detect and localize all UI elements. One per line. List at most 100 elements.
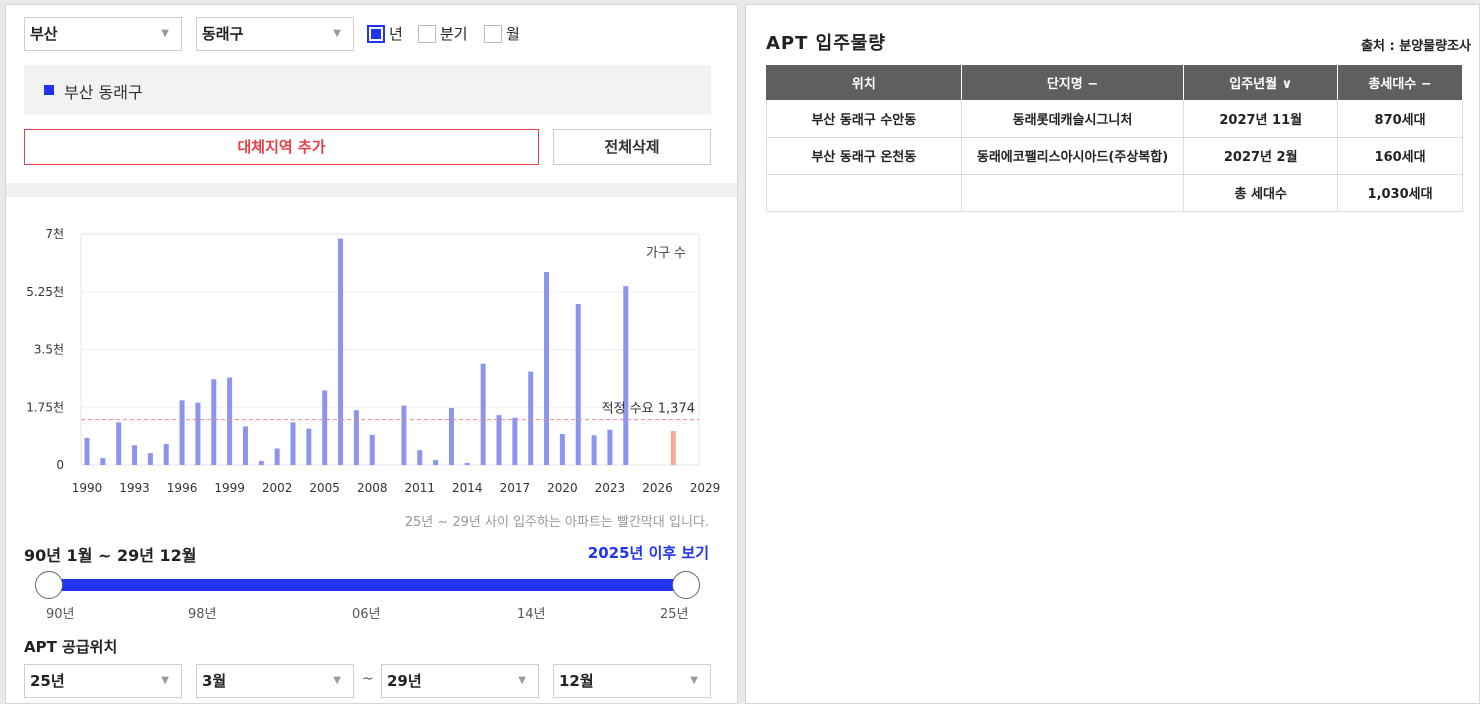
district-select[interactable]: 동래구 ▼ [196,17,354,51]
left-panel: 부산 ▼ 동래구 ▼ 년 분기 월 부산 동래구 대체지역 추가 전체삭제 7천… [5,4,738,704]
supply-bar-chart: 7천 5.25천 3.5천 1.75천 0 1990 1993 1996 1999 2002 200… [26,226,720,495]
bar [448,407,454,465]
period-month-checkbox[interactable]: 월 [484,24,520,44]
range-slider-end-handle[interactable] [672,571,700,599]
range-slider-track[interactable] [49,579,686,591]
city-select[interactable]: 부산 ▼ [24,17,182,51]
bar [242,426,248,465]
chevron-down-icon: ▼ [333,675,341,686]
slider-label: 90년 [46,607,75,622]
bar [544,271,550,465]
data-source: 출처 : 분양물량조사 [1361,39,1471,54]
x-tick-label: 2002 [262,481,293,495]
slider-label: 98년 [188,607,217,622]
bar [306,428,312,465]
bar [512,417,518,465]
x-tick-label: 2005 [309,481,340,495]
x-tick-label: 1993 [119,481,150,495]
table-cell: 1,030세대 [1337,173,1463,212]
x-tick-label: 1990 [72,481,103,495]
period-month-label: 월 [506,25,520,43]
checkbox-empty-icon [484,25,502,43]
supply-location-title: APT 공급위치 [24,638,118,656]
y-tick-label: 1.75천 [26,399,64,414]
x-tick-label: 2017 [500,481,531,495]
bar [84,437,90,465]
legend-label: 가구 수 [646,246,686,261]
table-cell: 총 세대수 [1183,173,1339,212]
table-row[interactable]: 부산 동래구 온천동 동래에코팰리스아시아드(주상복합) 2027년 2월 16… [766,136,1463,175]
x-tick-label: 2011 [404,481,435,495]
table-header-row: 위치 단지명 − 입주년월 ∨ 총세대수 − [766,65,1463,101]
bar [163,443,169,465]
checkbox-checked-icon [367,25,385,43]
from-month-value: 3월 [202,672,227,690]
bar [179,400,185,465]
x-tick-label: 2014 [452,481,483,495]
checkbox-empty-icon [418,25,436,43]
y-tick-label: 0 [56,458,64,472]
slider-label: 14년 [517,607,546,622]
period-year-label: 년 [389,25,403,43]
bar [211,379,217,465]
table-row[interactable]: 부산 동래구 수안동 동래롯데캐슬시그니처 2027년 11월 870세대 [766,99,1463,138]
chevron-down-icon: ▼ [161,675,169,686]
chart-note: 25년 ~ 29년 사이 입주하는 아파트는 빨간막대 입니다. [404,515,709,530]
table-cell: 2027년 11월 [1183,99,1339,138]
x-tick-label: 2023 [595,481,626,495]
range-title: 90년 1월 ~ 29년 12월 [24,546,197,565]
y-tick-label: 3.5천 [34,342,64,357]
bar [575,303,581,465]
to-month-select[interactable]: 12월 ▼ [553,664,711,698]
from-year-value: 25년 [30,672,65,690]
column-header-complex[interactable]: 단지명 − [960,65,1185,101]
bar [338,238,344,465]
bar [322,390,328,465]
bar [369,434,375,465]
column-header-total-units[interactable]: 총세대수 − [1337,65,1463,101]
to-month-value: 12월 [559,672,594,690]
column-header-move-in-date[interactable]: 입주년월 ∨ [1183,65,1339,101]
from-month-select[interactable]: 3월 ▼ [196,664,354,698]
table-cell: 160세대 [1337,136,1463,175]
chevron-down-icon: ▼ [161,28,169,39]
apt-move-in-title: APT 입주물량 [766,33,886,54]
column-header-location: 위치 [766,65,962,101]
slider-label: 25년 [660,607,689,622]
chevron-down-icon: ▼ [333,28,341,39]
reference-line-label: 적정 수요 1,374 [602,402,695,417]
table-cell: 870세대 [1337,99,1463,138]
bar [607,429,613,465]
bar [591,435,597,465]
to-year-select[interactable]: 29년 ▼ [381,664,539,698]
bar [290,422,296,465]
range-slider-start-handle[interactable] [35,571,63,599]
right-panel: APT 입주물량 출처 : 분양물량조사 위치 단지명 − 입주년월 ∨ 총세대… [745,4,1480,704]
view-after-2025-link[interactable]: 2025년 이후 보기 [588,542,709,563]
delete-all-button[interactable]: 전체삭제 [553,129,711,165]
selected-region-bar: 부산 동래구 [24,65,711,115]
y-tick-label: 7천 [45,226,64,241]
region-color-swatch [44,85,54,95]
period-quarter-checkbox[interactable]: 분기 [418,24,468,44]
to-year-value: 29년 [387,672,422,690]
x-tick-label: 2020 [547,481,578,495]
bar [274,448,280,465]
bar [417,450,423,465]
x-tick-label: 1996 [167,481,198,495]
table-cell: 부산 동래구 온천동 [766,136,962,175]
district-select-value: 동래구 [202,25,244,43]
period-year-checkbox[interactable]: 년 [367,24,403,44]
table-cell: 동래에코팰리스아시아드(주상복합) [960,136,1185,175]
y-tick-label: 5.25천 [26,284,64,299]
slider-label: 06년 [352,607,381,622]
from-year-select[interactable]: 25년 ▼ [24,664,182,698]
add-region-button[interactable]: 대체지역 추가 [24,129,539,165]
bar [496,415,502,465]
bar [670,431,676,465]
table-total-row: 총 세대수 1,030세대 [766,173,1463,212]
bar [401,405,407,465]
table-cell: 동래롯데캐슬시그니처 [960,99,1185,138]
section-divider [6,183,737,197]
bar [528,371,534,465]
